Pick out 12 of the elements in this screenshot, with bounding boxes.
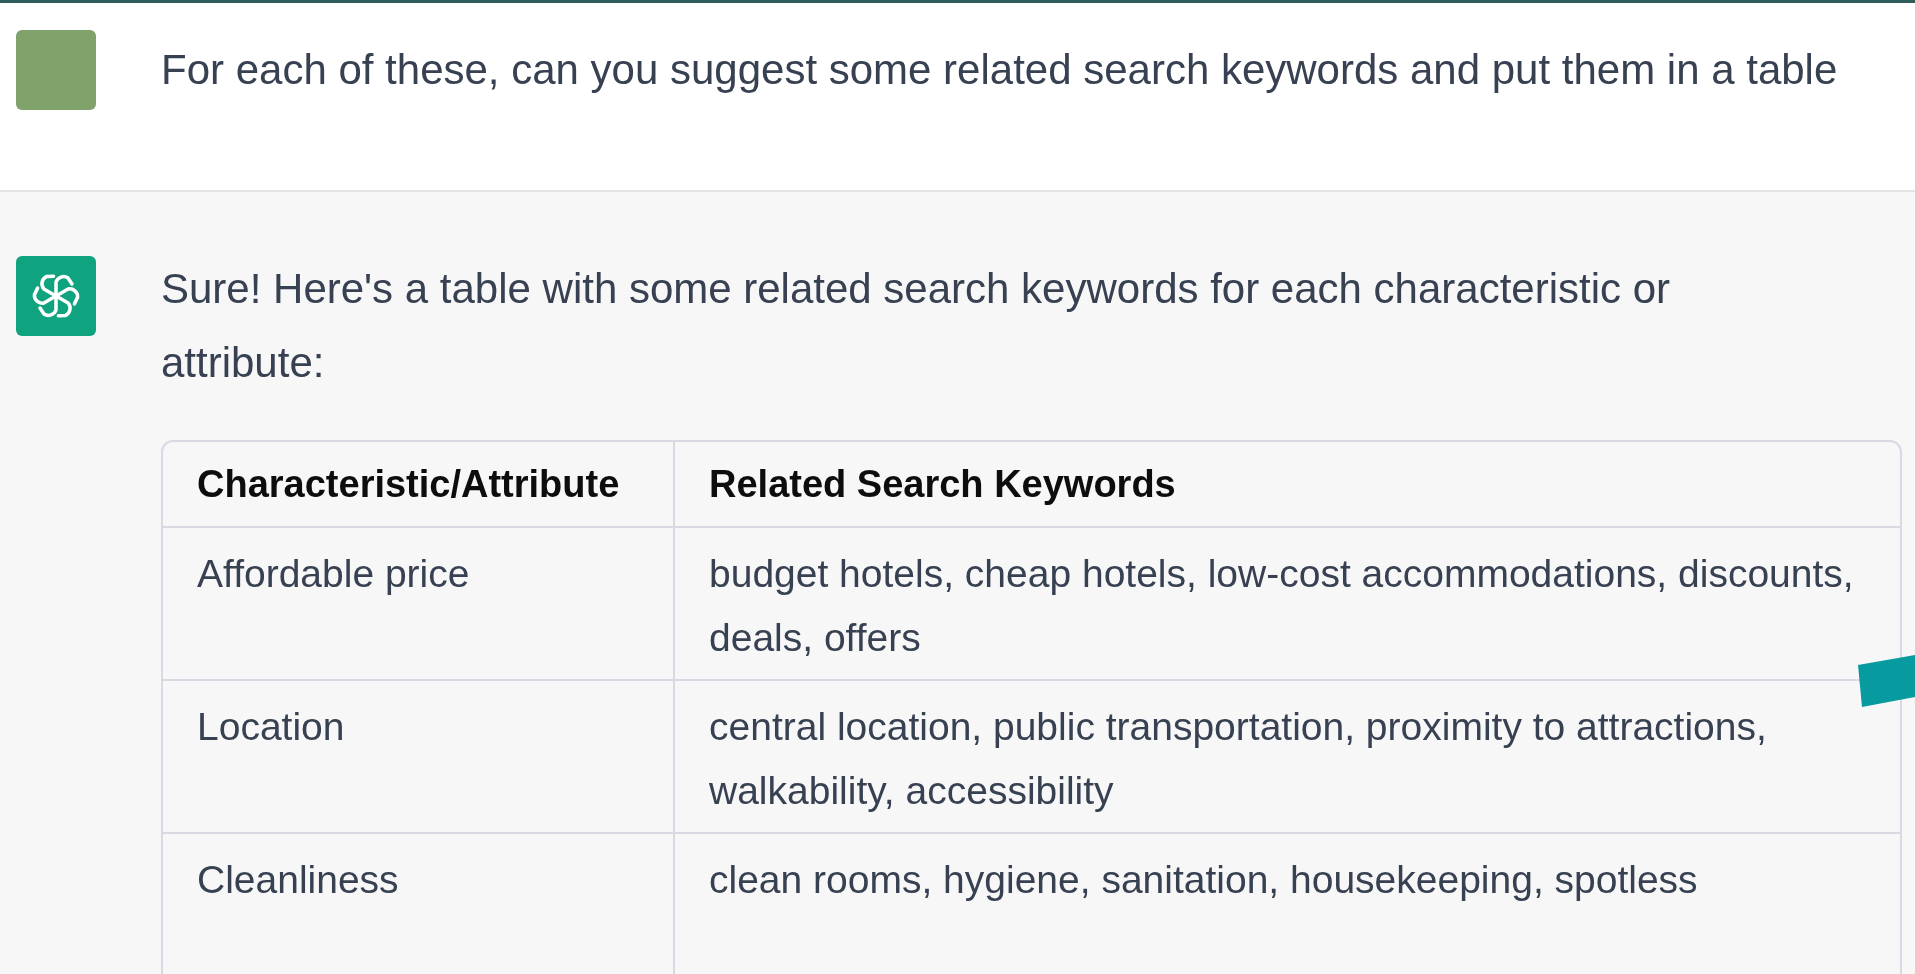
table-cell-text: Affordable price xyxy=(197,551,471,597)
assistant-logo-icon xyxy=(16,256,96,336)
table-cell-text: Location xyxy=(197,704,346,750)
table-cell-text: central location, public transportation, proximity to attractions, walkability, accessibility xyxy=(709,704,1768,814)
message-text: For each of these, can you suggest some related search keywords and put them in a table xyxy=(161,45,1838,95)
column-header: Characteristic/Attribute xyxy=(197,461,620,507)
table-cell-text: budget hotels, cheap hotels, low-cost accommodations, discounts, deals, offers xyxy=(709,551,1855,661)
table-cell-text: clean rooms, hygiene, sanitation, housekeeping, spotless xyxy=(709,857,1699,903)
message-text: Sure! Here's a table with some related search keywords for each characteristic or attribute: xyxy=(161,264,1671,388)
column-header: Related Search Keywords xyxy=(709,461,1176,507)
table-cell-text: Cleanliness xyxy=(197,857,400,903)
pointer-shape xyxy=(1858,655,1915,707)
